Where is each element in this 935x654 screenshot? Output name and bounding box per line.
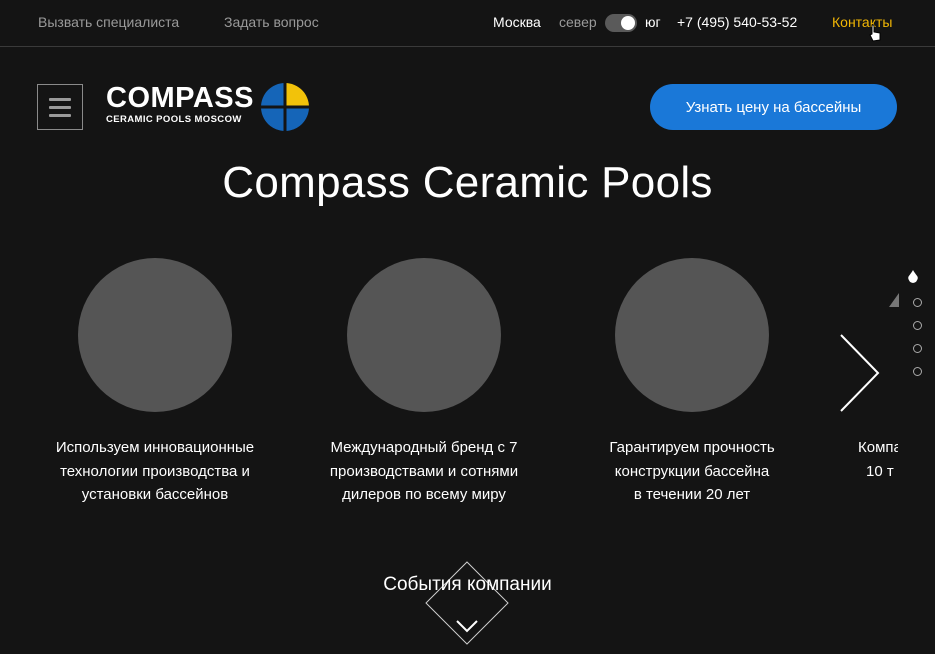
logo-subtitle: CERAMIC POOLS MOSCOW [106,114,242,125]
feature-text: Гарантируем прочность конструкции бассейн… [609,439,775,503]
feature-item: Используем инновационные технологии произ… [35,258,275,507]
hamburger-line [49,106,71,109]
feature-image [615,258,769,412]
hamburger-line [49,98,71,101]
city-selector[interactable]: Москва [493,14,541,30]
pagination-dot[interactable] [912,298,922,307]
toggle-knob [621,16,635,30]
feature-text: Международный бренд с 7 производствами и … [329,439,519,503]
compass-logo-icon [261,83,309,131]
hand-cursor-icon [869,24,881,42]
region-toggle[interactable] [605,14,637,32]
top-bar: Вызвать специалиста Задать вопрос Москва… [0,0,935,47]
feature-item-partial: Компа 10 т [858,436,898,483]
next-arrow-icon[interactable] [838,333,882,413]
pagination-dot[interactable] [912,367,922,376]
region-north-label: север [559,14,597,30]
phone-number[interactable]: +7 (495) 540-53-52 [677,14,797,30]
feature-image [347,258,501,412]
ask-question-link[interactable]: Задать вопрос [224,14,319,30]
water-drop-icon[interactable] [908,270,918,283]
events-heading[interactable]: События компании [0,574,935,596]
menu-button[interactable] [37,84,83,130]
hamburger-line [49,114,71,117]
slide-pagination [908,270,926,390]
feature-text: Компа 10 т [858,439,898,480]
logo-title: COMPASS [106,82,254,114]
pagination-dot[interactable] [912,344,922,353]
call-specialist-link[interactable]: Вызвать специалиста [38,14,179,30]
contacts-link[interactable]: Контакты [832,14,892,30]
region-south-label: юг [645,14,661,30]
feature-item: Международный бренд с 7 производствами и … [304,258,544,507]
triangle-marker-icon [889,293,899,307]
get-price-button[interactable]: Узнать цену на бассейны [650,84,897,130]
page-title: Compass Ceramic Pools [222,158,713,207]
feature-image [78,258,232,412]
feature-text: Используем инновационные технологии произ… [55,439,255,503]
feature-item: Гарантируем прочность конструкции бассейн… [572,258,812,507]
pagination-dot[interactable] [912,321,922,330]
logo[interactable]: COMPASS CERAMIC POOLS MOSCOW [106,83,254,125]
